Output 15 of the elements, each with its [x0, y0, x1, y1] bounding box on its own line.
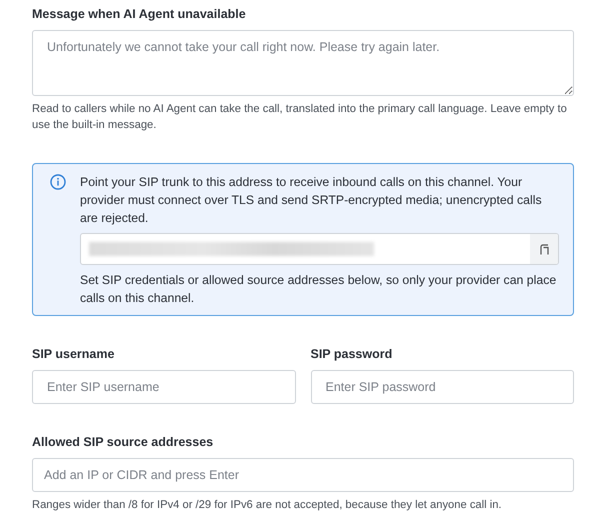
field-label: SIP password [310, 346, 394, 362]
field-label: SIP username [32, 346, 116, 362]
info-note: Set SIP credentials or allowed source addresses below, so only your provider can place calls on this channel. [80, 272, 558, 307]
help-text: Read to callers while no AI Agent can take the call, translated into the primary call language. Leave empty to use the built-in message. [32, 102, 568, 133]
copy-icon [540, 244, 548, 254]
info-icon [50, 174, 66, 190]
field-label: Allowed SIP source addresses [32, 434, 214, 450]
copy-button[interactable] [530, 234, 558, 264]
message-textarea[interactable]: Unfortunately we cannot take your call right now. Please try again later. [32, 30, 574, 96]
input-field[interactable]: Enter SIP username [32, 370, 296, 404]
field-label: Message when AI Agent unavailable [32, 6, 247, 22]
input-field[interactable]: Enter SIP password [310, 370, 574, 404]
input-field[interactable]: Add an IP or CIDR and press Enter [32, 458, 574, 492]
help-text: Ranges wider than /8 for IPv4 or /29 for IPv6 are not accepted, because they let anyone call in. [32, 498, 503, 513]
info-text: Point your SIP trunk to this address to receive inbound calls on this channel. Your provider must connect over TLS and send SRTP-encrypted media; unencrypted calls are rejected. [80, 174, 543, 227]
